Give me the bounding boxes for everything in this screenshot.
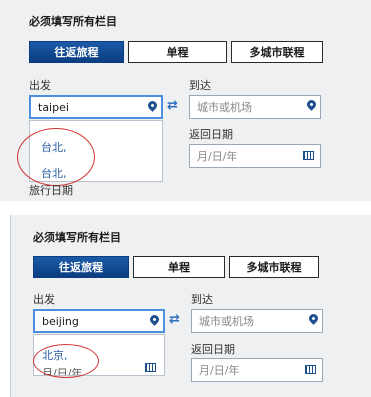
to-input-placeholder: 城市或机场: [199, 315, 254, 328]
tab-multi-city[interactable]: 多城市联程: [229, 256, 319, 278]
return-date-input[interactable]: 月/日/年: [191, 358, 323, 382]
from-label: 出发: [33, 293, 55, 306]
to-label: 到达: [189, 79, 211, 92]
tab-round-trip[interactable]: 往返旅程: [33, 256, 129, 278]
calendar-icon[interactable]: [303, 151, 314, 160]
from-label: 出发: [29, 79, 51, 92]
location-pin-icon[interactable]: [146, 99, 159, 112]
location-pin-icon[interactable]: [307, 312, 320, 325]
location-pin-icon[interactable]: [305, 98, 318, 111]
booking-form-2: 必须填写所有栏目 往返旅程 单程 多城市联程 出发 到达 beijing ⇄ 城…: [10, 215, 371, 397]
swap-icon[interactable]: ⇄: [169, 313, 180, 326]
return-date-placeholder: 月/日/年: [199, 364, 240, 377]
from-input-value: taipei: [38, 100, 69, 114]
to-input[interactable]: 城市或机场: [191, 309, 323, 333]
tab-round-trip[interactable]: 往返旅程: [29, 41, 124, 63]
return-date-label: 返回日期: [189, 128, 233, 141]
to-input[interactable]: 城市或机场: [189, 95, 321, 119]
tab-multi-city[interactable]: 多城市联程: [231, 41, 323, 63]
trip-type-tabs: 往返旅程 单程 多城市联程: [29, 41, 327, 63]
from-input-value: beijing: [42, 314, 79, 328]
swap-icon[interactable]: ⇄: [167, 99, 178, 112]
required-heading: 必须填写所有栏目: [33, 231, 121, 244]
tab-one-way[interactable]: 单程: [128, 41, 227, 63]
from-input[interactable]: taipei: [29, 95, 163, 119]
return-date-input[interactable]: 月/日/年: [189, 144, 321, 168]
location-pin-icon[interactable]: [148, 313, 161, 326]
return-date-label: 返回日期: [191, 343, 235, 356]
to-input-placeholder: 城市或机场: [197, 101, 252, 114]
calendar-icon[interactable]: [305, 365, 316, 374]
calendar-icon[interactable]: [145, 363, 156, 372]
travel-date-label: 旅行日期: [29, 184, 73, 197]
red-annotation-circle: [33, 344, 99, 378]
from-input[interactable]: beijing: [33, 309, 165, 333]
tab-one-way[interactable]: 单程: [133, 256, 225, 278]
to-label: 到达: [191, 293, 213, 306]
required-heading: 必须填写所有栏目: [29, 15, 117, 28]
return-date-placeholder: 月/日/年: [197, 150, 238, 163]
booking-form-1: 必须填写所有栏目 往返旅程 单程 多城市联程 出发 到达 taipei ⇄ 城市…: [0, 0, 371, 201]
trip-type-tabs: 往返旅程 单程 多城市联程: [33, 256, 323, 278]
red-annotation-circle: [17, 128, 95, 186]
